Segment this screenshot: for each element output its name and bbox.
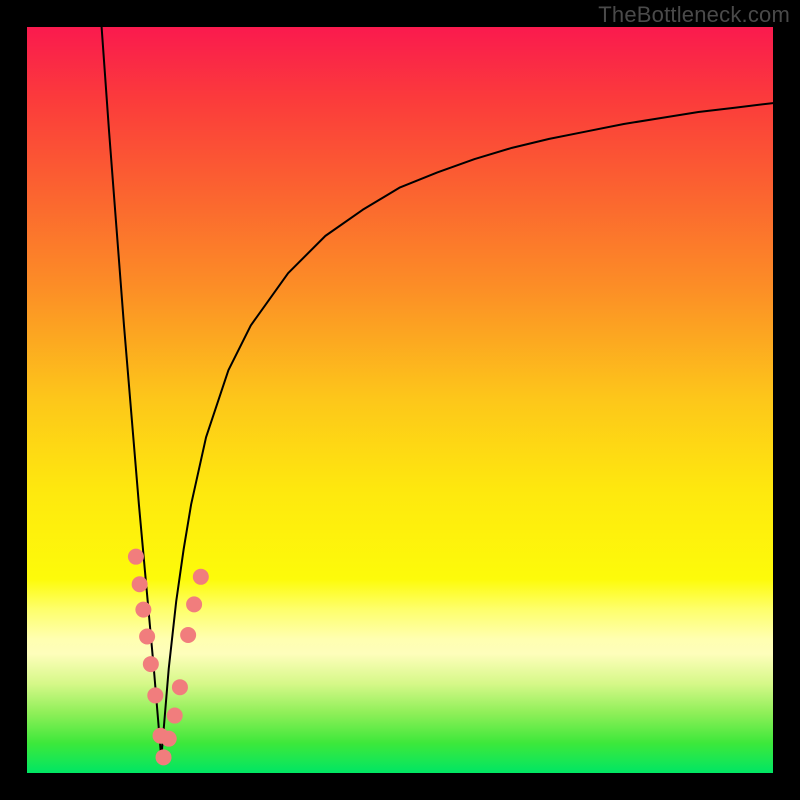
threshold-dot — [147, 687, 163, 703]
bottleneck-chart — [0, 0, 800, 800]
threshold-dot — [128, 549, 144, 565]
threshold-dot — [161, 731, 177, 747]
threshold-dot — [180, 627, 196, 643]
watermark-text: TheBottleneck.com — [598, 2, 790, 28]
threshold-dot — [186, 596, 202, 612]
threshold-dot — [143, 656, 159, 672]
threshold-dot — [139, 628, 155, 644]
threshold-dot — [193, 569, 209, 585]
threshold-dot — [167, 708, 183, 724]
threshold-dot — [156, 749, 172, 765]
threshold-dot — [135, 602, 151, 618]
threshold-dot — [172, 679, 188, 695]
heat-gradient-bg — [27, 27, 773, 773]
threshold-dot — [132, 576, 148, 592]
chart-frame: TheBottleneck.com — [0, 0, 800, 800]
